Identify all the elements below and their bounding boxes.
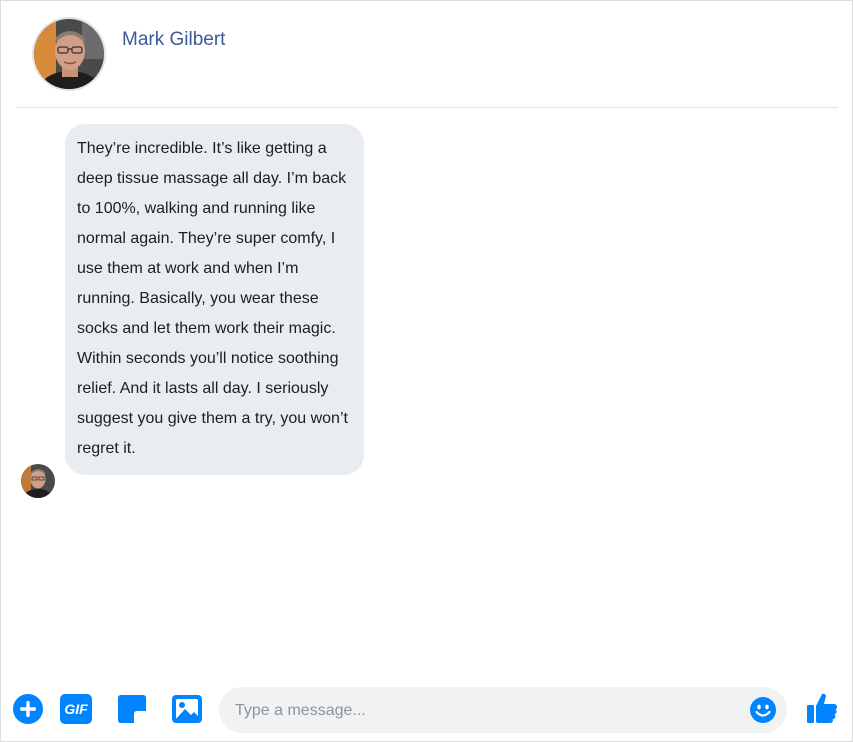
- message-input-container: [219, 687, 787, 733]
- gif-button[interactable]: GIF: [60, 693, 92, 725]
- header-divider: [17, 107, 838, 108]
- image-icon[interactable]: [171, 693, 203, 725]
- chat-window: Mark Gilbert They’re incredible. It’s li…: [0, 0, 853, 742]
- smiley-icon[interactable]: [749, 696, 777, 724]
- message-input[interactable]: [233, 697, 737, 725]
- contact-name[interactable]: Mark Gilbert: [122, 29, 225, 51]
- avatar[interactable]: [32, 17, 106, 91]
- message-avatar[interactable]: [21, 464, 55, 498]
- thumbs-up-icon[interactable]: [805, 691, 839, 725]
- sticker-icon[interactable]: [116, 693, 148, 725]
- message-bubble: They’re incredible. It’s like getting a …: [65, 124, 364, 475]
- message-composer: GIF: [1, 681, 852, 741]
- gif-label: GIF: [64, 701, 88, 717]
- plus-circle-icon[interactable]: [12, 693, 44, 725]
- conversation-header: Mark Gilbert: [1, 1, 852, 107]
